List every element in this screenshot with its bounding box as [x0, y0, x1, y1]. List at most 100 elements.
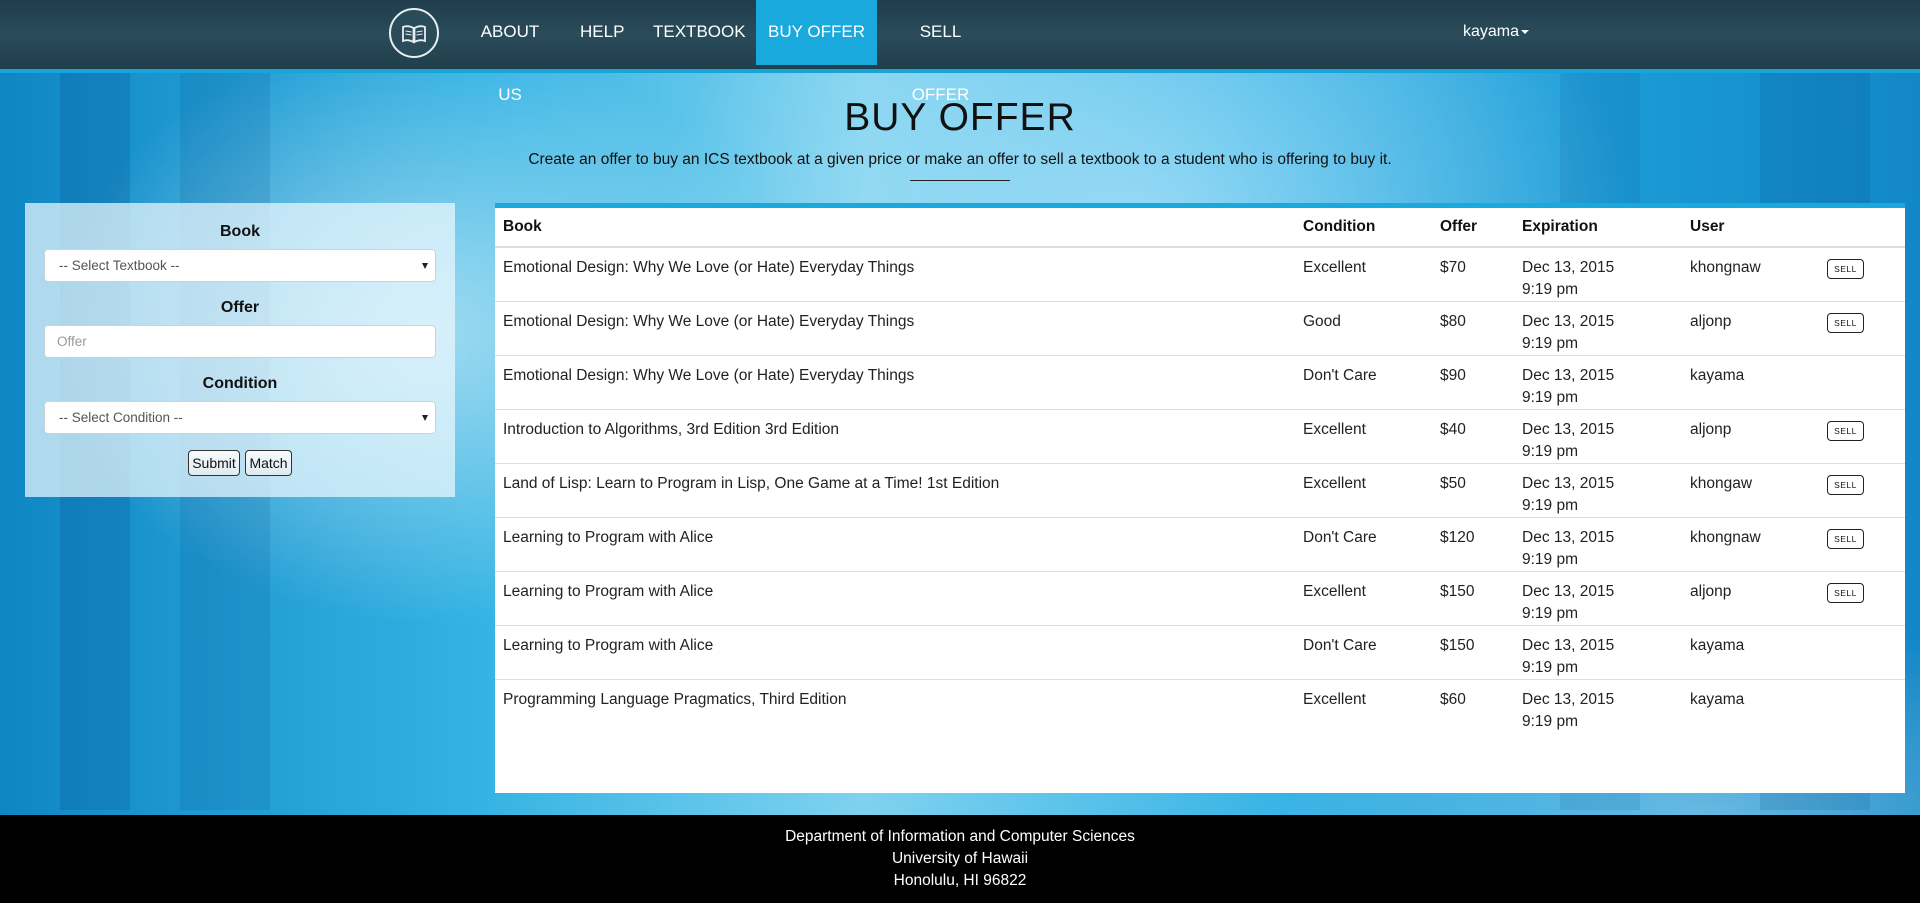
table-row: Learning to Program with Alice Don't Car… [495, 517, 1905, 572]
expiration-time: 9:19 pm [1522, 443, 1579, 460]
open-book-icon [402, 25, 426, 44]
cell-book: Introduction to Algorithms, 3rd Edition … [495, 409, 1295, 464]
cell-book: Emotional Design: Why We Love (or Hate) … [503, 259, 915, 276]
expiration-time: 9:19 pm [1522, 281, 1579, 298]
expiration-time: 9:19 pm [1522, 713, 1579, 730]
cell-user: aljonp [1682, 409, 1819, 464]
cell-action: SELL [1819, 301, 1905, 356]
cell-expiration: Dec 13, 2015 9:19 pm [1514, 517, 1682, 572]
cell-offer: $150 [1432, 625, 1514, 680]
buy-offer-form: Book -- Select Textbook -- Offer Offer C… [25, 203, 455, 497]
submit-button[interactable]: Submit [188, 450, 240, 476]
top-navbar: ABOUT US HELP TEXTBOOK BUY OFFER SELL OF… [0, 0, 1920, 104]
offer-placeholder: Offer [57, 334, 87, 349]
cell-expiration: Dec 13, 2015 9:19 pm [1514, 247, 1682, 302]
cell-book: Learning to Program with Alice [495, 571, 1295, 626]
expiration-date: Dec 13, 2015 [1522, 583, 1615, 600]
expiration-time: 9:19 pm [1522, 605, 1579, 622]
cell-expiration: Dec 13, 2015 9:19 pm [1514, 571, 1682, 626]
cell-book: Land of Lisp: Learn to Program in Lisp, … [495, 463, 1295, 518]
dropdown-arrow-icon [422, 415, 428, 421]
cell-condition: Good [1295, 301, 1432, 356]
cell-condition: Excellent [1295, 679, 1432, 733]
match-button[interactable]: Match [245, 450, 292, 476]
cell-book: Emotional Design: Why We Love (or Hate) … [495, 301, 1295, 356]
cell-offer: $60 [1432, 679, 1514, 733]
cell-book: Programming Language Pragmatics, Third E… [495, 679, 1295, 733]
cell-condition: Don't Care [1295, 625, 1432, 680]
nav-about-us[interactable]: ABOUT US [469, 0, 551, 104]
cell-offer: $90 [1432, 355, 1514, 410]
cell-action: SELL [1819, 463, 1905, 518]
expiration-date: Dec 13, 2015 [1522, 367, 1615, 384]
expiration-date: Dec 13, 2015 [1522, 691, 1615, 708]
condition-select[interactable]: -- Select Condition -- [44, 401, 436, 434]
cell-offer: $150 [1432, 571, 1514, 626]
cell-condition: Don't Care [1295, 517, 1432, 572]
cell-book: Emotional Design: Why We Love (or Hate) … [495, 355, 1295, 410]
cell-condition: Excellent [1295, 409, 1432, 464]
cell-action: SELL [1819, 517, 1905, 572]
textbook-exchange-logo[interactable] [389, 8, 439, 58]
cell-offer: $50 [1432, 463, 1514, 518]
cell-action: SELL [1819, 571, 1905, 626]
cell-condition: Excellent [1295, 571, 1432, 626]
table-row: Programming Language Pragmatics, Third E… [495, 679, 1905, 733]
cell-offer: $40 [1432, 409, 1514, 464]
cell-condition: Don't Care [1295, 355, 1432, 410]
sell-button[interactable]: SELL [1827, 259, 1864, 279]
column-header-offer: Offer [1432, 208, 1514, 248]
cell-action: SELL [1819, 409, 1905, 464]
cell-expiration: Dec 13, 2015 9:19 pm [1514, 625, 1682, 680]
sell-button[interactable]: SELL [1827, 421, 1864, 441]
expiration-time: 9:19 pm [1522, 497, 1579, 514]
table-header-row: Book Condition Offer Expiration User [495, 208, 1905, 248]
nav-sell-offer[interactable]: SELL OFFER [891, 0, 990, 104]
user-menu[interactable]: kayama [1463, 0, 1530, 65]
sell-button[interactable]: SELL [1827, 529, 1864, 549]
table-row: Learning to Program with Alice Excellent… [495, 571, 1905, 626]
book-select[interactable]: -- Select Textbook -- [44, 249, 436, 282]
cell-action [1819, 355, 1905, 410]
expiration-date: Dec 13, 2015 [1522, 529, 1615, 546]
sell-button[interactable]: SELL [1827, 583, 1864, 603]
expiration-time: 9:19 pm [1522, 389, 1579, 406]
cell-condition: Excellent [1303, 259, 1366, 276]
column-header-action [1819, 208, 1905, 248]
cell-book: Learning to Program with Alice [495, 625, 1295, 680]
expiration-time: 9:19 pm [1522, 551, 1579, 568]
cell-condition: Excellent [1295, 463, 1432, 518]
table-row: Emotional Design: Why We Love (or Hate) … [495, 247, 1905, 302]
offer-input[interactable]: Offer [44, 325, 436, 358]
sell-button[interactable]: SELL [1827, 475, 1864, 495]
cell-user: kayama [1682, 625, 1819, 680]
caret-down-icon [1521, 29, 1530, 34]
cell-expiration: Dec 13, 2015 9:19 pm [1514, 409, 1682, 464]
page-description: Create an offer to buy an ICS textbook a… [528, 151, 1392, 168]
expiration-date: Dec 13, 2015 [1522, 313, 1615, 330]
nav-help[interactable]: HELP [580, 0, 624, 65]
offer-label: Offer [220, 299, 260, 316]
cell-action: SELL [1819, 247, 1905, 302]
cell-user: khongaw [1682, 463, 1819, 518]
cell-user: khongnaw [1690, 259, 1761, 276]
book-label: Book [220, 223, 260, 240]
column-header-book: Book [495, 208, 1295, 248]
nav-textbook[interactable]: TEXTBOOK [653, 0, 746, 65]
expiration-date: Dec 13, 2015 [1522, 259, 1615, 276]
nav-buy-offer[interactable]: BUY OFFER [756, 0, 877, 65]
cell-expiration: Dec 13, 2015 9:19 pm [1514, 301, 1682, 356]
condition-label: Condition [202, 375, 278, 392]
expiration-date: Dec 13, 2015 [1522, 421, 1615, 438]
table-row: Introduction to Algorithms, 3rd Edition … [495, 409, 1905, 464]
table-row: Learning to Program with Alice Don't Car… [495, 625, 1905, 680]
table-row: Emotional Design: Why We Love (or Hate) … [495, 301, 1905, 356]
cell-book: Learning to Program with Alice [495, 517, 1295, 572]
page-footer: Department of Information and Computer S… [0, 815, 1920, 903]
expiration-time: 9:19 pm [1522, 335, 1579, 352]
username: kayama [1463, 23, 1520, 40]
cell-offer: $80 [1432, 301, 1514, 356]
column-header-condition: Condition [1295, 208, 1432, 248]
cell-expiration: Dec 13, 2015 9:19 pm [1514, 679, 1682, 733]
sell-button[interactable]: SELL [1827, 313, 1864, 333]
